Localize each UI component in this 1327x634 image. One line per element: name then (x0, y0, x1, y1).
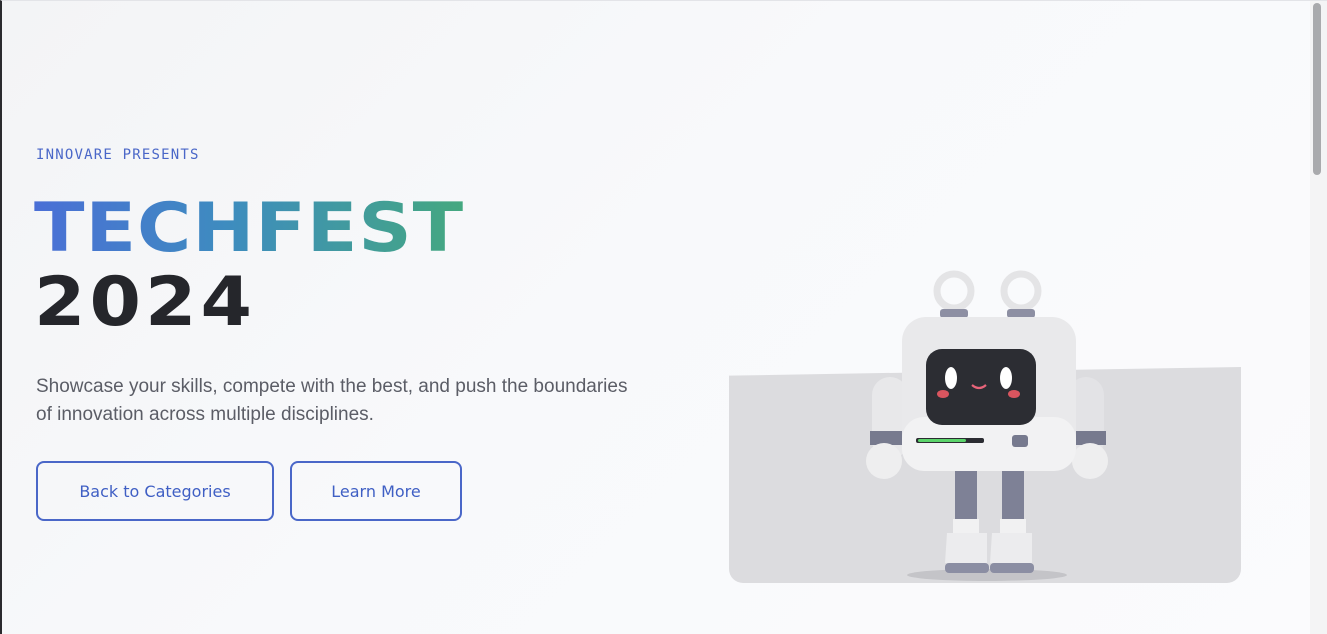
hero-section: INNOVARE PRESENTS TECHFEST 2024 Showcase… (0, 0, 1327, 634)
hero-title-techfest: TECHFEST (34, 188, 465, 268)
back-to-categories-button[interactable]: Back to Categories (36, 461, 274, 521)
hero-description: Showcase your skills, compete with the b… (36, 376, 628, 425)
hero-eyebrow: INNOVARE PRESENTS (36, 147, 200, 163)
robot-mascot-icon (866, 270, 1108, 581)
scrollbar[interactable] (1310, 1, 1327, 634)
hero-title-year: 2024 (34, 262, 256, 342)
learn-more-button[interactable]: Learn More (290, 461, 462, 521)
scrollbar-thumb[interactable] (1313, 3, 1321, 175)
